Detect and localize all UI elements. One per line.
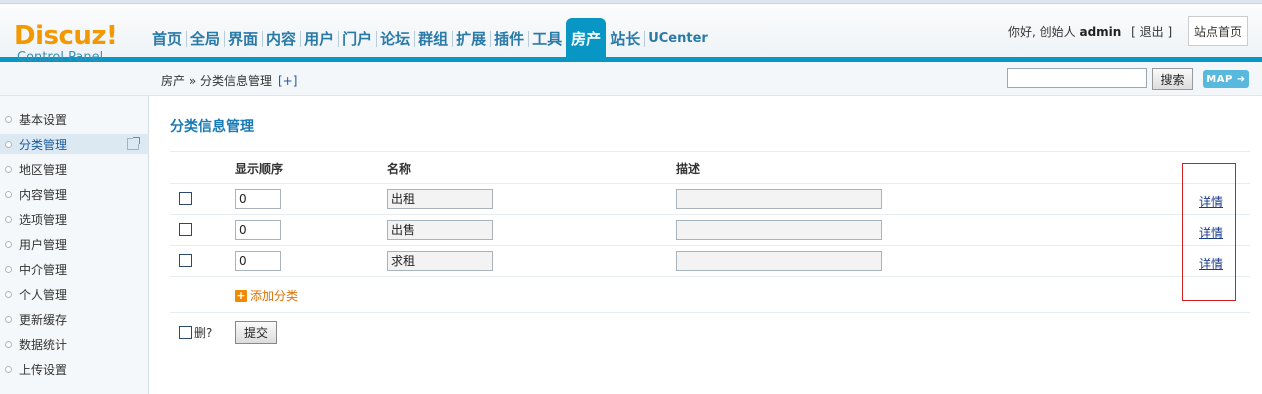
sidebar-item-option-management[interactable]: 选项管理 [0,209,149,229]
map-button[interactable]: MAP ➜ [1203,70,1249,88]
column-header-order: 显示顺序 [235,162,284,176]
breadcrumb: 房产 » 分类信息管理 [+] [161,72,297,89]
nav-item-house[interactable]: 房产 [566,18,607,58]
nav-item-tools[interactable]: 工具 [528,18,566,58]
breadcrumb-text: 房产 » 分类信息管理 [161,74,272,88]
sidebar-item-label: 内容管理 [19,187,68,202]
bullet-icon [5,340,12,348]
divider [170,214,1250,215]
username: admin [1079,25,1122,39]
divider [170,151,1250,152]
order-input[interactable]: 0 [235,220,281,240]
add-category-label: 添加分类 [250,289,299,303]
nav-item-portal[interactable]: 门户 [338,18,376,58]
sidebar-item-label: 中介管理 [19,262,68,277]
name-input[interactable]: 求租 [387,251,493,271]
add-category-link[interactable]: + 添加分类 [235,287,298,304]
search-button[interactable]: 搜索 [1152,68,1193,90]
page-title: 分类信息管理 [170,119,254,135]
name-input[interactable]: 出租 [387,189,493,209]
nav-item-plugins[interactable]: 插件 [490,18,528,58]
sidebar-item-label: 用户管理 [19,237,68,252]
bullet-icon [5,240,12,248]
sidebar-item-content-management[interactable]: 内容管理 [0,184,149,204]
column-header-name: 名称 [387,162,412,176]
delete-option[interactable]: 删? [179,324,212,341]
order-input[interactable]: 0 [235,251,281,271]
column-header-description: 描述 [676,162,701,176]
sidebar-item-agency-management[interactable]: 中介管理 [0,259,149,279]
divider [170,183,1250,184]
nav-item-extend[interactable]: 扩展 [452,18,490,58]
description-input[interactable] [676,189,882,209]
bullet-icon [5,140,12,148]
bullet-icon [5,165,12,173]
external-link-icon[interactable] [127,137,140,150]
divider [170,245,1250,246]
sidebar-item-region-management[interactable]: 地区管理 [0,159,149,179]
breadcrumb-bar: 房产 » 分类信息管理 [+] 搜索 MAP ➜ [0,62,1262,96]
user-info: 你好, 创始人 admin [ 退出 ] [1008,23,1172,40]
divider [170,276,1250,277]
bullet-icon [5,190,12,198]
row-select-checkbox[interactable] [179,192,192,205]
delete-checkbox[interactable] [179,326,192,339]
bullet-icon [5,290,12,298]
name-input[interactable]: 出售 [387,220,493,240]
sidebar-item-label: 更新缓存 [19,312,68,327]
nav-item-group[interactable]: 群组 [414,18,452,58]
window-top-strip [0,0,1262,4]
sidebar-item-label: 地区管理 [19,162,68,177]
row-select-checkbox[interactable] [179,254,192,267]
nav-item-ucenter[interactable]: UCenter [644,18,712,58]
sidebar-item-label: 上传设置 [19,362,68,377]
sidebar-item-category-management[interactable]: 分类管理 [0,134,149,154]
sidebar-item-label: 数据统计 [19,337,68,352]
description-input[interactable] [676,251,882,271]
sidebar-item-label: 基本设置 [19,112,68,127]
search-input[interactable] [1007,68,1147,88]
sidebar-item-upload-settings[interactable]: 上传设置 [0,359,149,379]
bullet-icon [5,215,12,223]
greeting-text: 你好, 创始人 [1008,25,1076,39]
add-shortcut-link[interactable]: [+] [278,74,297,88]
bullet-icon [5,265,12,273]
logout-link[interactable]: [ 退出 ] [1131,25,1172,39]
submit-button[interactable]: 提交 [235,321,277,344]
top-header: Discuz! Control Panel 首页 全局 界面 内容 用户 门户 … [0,0,1262,65]
divider [170,312,1250,313]
description-input[interactable] [676,220,882,240]
sidebar-item-basic-settings[interactable]: 基本设置 [0,109,149,129]
discuz-logo[interactable]: Discuz! Control Panel [14,21,118,65]
sidebar-item-user-management[interactable]: 用户管理 [0,234,149,254]
highlight-box [1182,163,1236,301]
sidebar-item-label: 分类管理 [19,137,68,152]
plus-icon: + [235,288,247,302]
bullet-icon [5,365,12,373]
nav-item-global[interactable]: 全局 [186,18,224,58]
nav-item-users[interactable]: 用户 [300,18,338,58]
row-select-checkbox[interactable] [179,223,192,236]
order-input[interactable]: 0 [235,189,281,209]
bullet-icon [5,115,12,123]
nav-item-forum[interactable]: 论坛 [376,18,414,58]
sidebar-item-label: 个人管理 [19,287,68,302]
sidebar-item-update-cache[interactable]: 更新缓存 [0,309,149,329]
nav-item-content[interactable]: 内容 [262,18,300,58]
delete-label: 删? [194,326,213,340]
site-home-button[interactable]: 站点首页 [1188,16,1248,46]
sidebar: 基本设置 分类管理 地区管理 内容管理 选项管理 用户管理 中介管理 个人管理 … [0,96,149,394]
bullet-icon [5,315,12,323]
logo-main-text: Discuz! [14,21,118,51]
sidebar-item-statistics[interactable]: 数据统计 [0,334,149,354]
nav-item-home[interactable]: 首页 [148,18,186,58]
nav-item-admin[interactable]: 站长 [606,18,644,58]
sidebar-item-personal-management[interactable]: 个人管理 [0,284,149,304]
sidebar-item-label: 选项管理 [19,212,68,227]
nav-item-style[interactable]: 界面 [224,18,262,58]
main-nav: 首页 全局 界面 内容 用户 门户 论坛 群组 扩展 插件 工具 房产 站长 U… [148,18,712,58]
